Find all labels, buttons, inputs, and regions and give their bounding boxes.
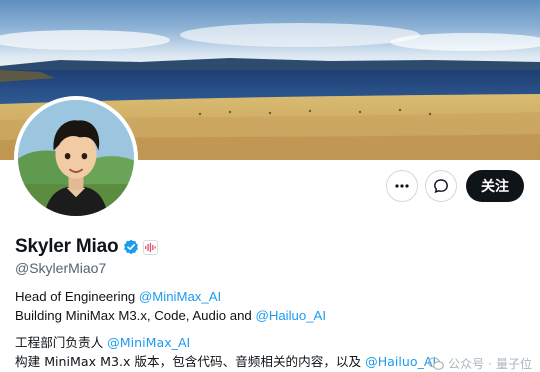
message-button[interactable]: [425, 170, 457, 202]
bio-text: 构建 MiniMax M3.x 版本，包含代码、音频相关的内容，以及: [15, 354, 366, 369]
bio-text: Head of Engineering: [15, 289, 139, 304]
audio-wave-icon: [145, 242, 157, 252]
more-button[interactable]: [386, 170, 418, 202]
display-name: Skyler Miao: [15, 236, 119, 257]
avatar[interactable]: [14, 96, 138, 220]
mention-link[interactable]: @Hailuo_AI: [365, 354, 436, 369]
follow-button[interactable]: 关注: [466, 170, 524, 202]
wechat-icon: [428, 356, 445, 370]
watermark-separator: ·: [488, 356, 492, 371]
verified-badge-icon[interactable]: [123, 239, 139, 255]
bio-text: 工程部门负责人: [15, 335, 108, 350]
bio-line: 工程部门负责人 @MiniMax_AI: [15, 332, 190, 351]
bio-line: Building MiniMax M3.x, Code, Audio and @…: [15, 308, 326, 323]
mention-link[interactable]: @MiniMax_AI: [139, 289, 221, 304]
message-icon: [434, 179, 448, 194]
bio-line: Head of Engineering @MiniMax_AI: [15, 289, 221, 304]
watermark: 公众号 · 量子位: [428, 355, 532, 372]
name-row: Skyler Miao: [15, 236, 159, 258]
mention-link[interactable]: @Hailuo_AI: [255, 308, 326, 323]
bio-line: 构建 MiniMax M3.x 版本，包含代码、音频相关的内容，以及 @Hail…: [15, 351, 436, 370]
bio-text: Building MiniMax M3.x, Code, Audio and: [15, 308, 256, 323]
watermark-brand: 量子位: [495, 357, 532, 371]
user-handle: @SkylerMiao7: [15, 260, 107, 276]
more-dots-icon: [395, 184, 409, 188]
avatar-portrait-image: [18, 100, 134, 216]
affiliation-badge-icon[interactable]: [143, 239, 159, 255]
mention-link[interactable]: @MiniMax_AI: [107, 335, 190, 350]
watermark-source: 公众号: [448, 357, 485, 371]
